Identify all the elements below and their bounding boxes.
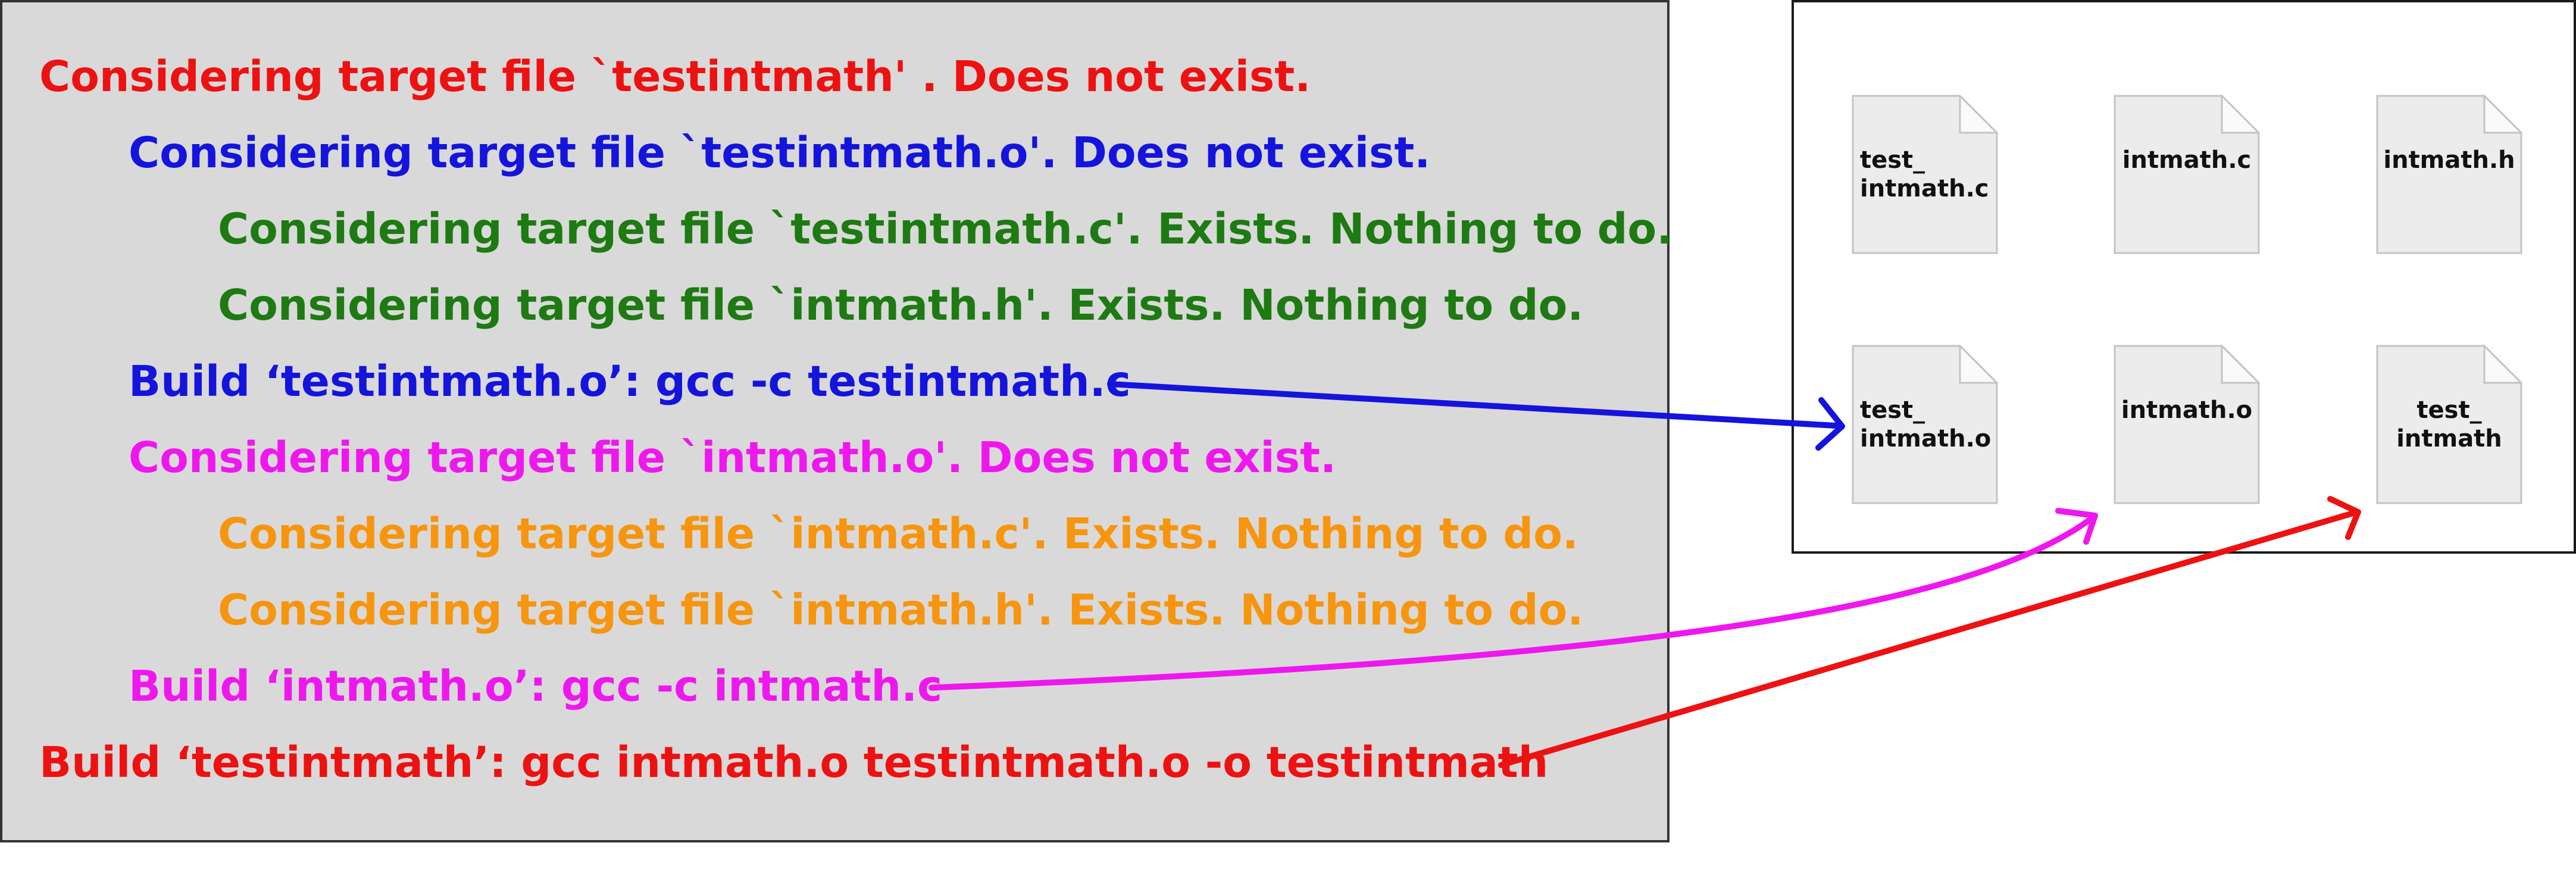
arrow-red-build-testintmath <box>1498 496 2361 768</box>
arrow-blue-build-testintmath-o <box>1107 381 1845 451</box>
build-arrows <box>929 381 2361 768</box>
arrow-magenta-build-intmath-o <box>929 508 2098 691</box>
